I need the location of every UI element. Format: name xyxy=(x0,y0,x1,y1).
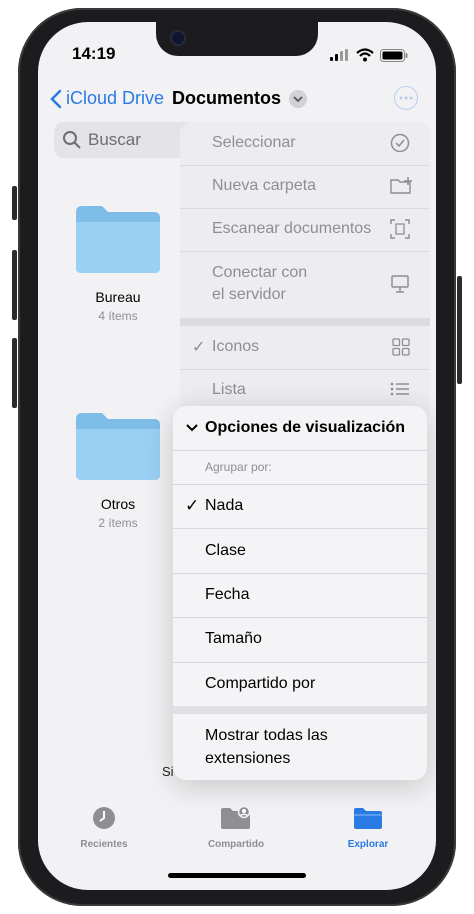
option-label: Mostrar todas las xyxy=(205,727,328,744)
option-label: extensiones xyxy=(205,750,291,767)
option-size[interactable]: Tamaño xyxy=(173,617,427,663)
option-label: Clase xyxy=(205,542,246,559)
folder-name: Bureau xyxy=(95,289,141,305)
menu-item-label: Nueva carpeta xyxy=(212,177,317,194)
menu-item-label: Iconos xyxy=(212,338,260,355)
scan-document-icon xyxy=(390,219,410,239)
tab-recents[interactable]: Recientes xyxy=(54,806,154,850)
option-shared-by[interactable]: Compartido por xyxy=(173,662,427,706)
signal-icon xyxy=(330,49,348,61)
menu-item-new-folder[interactable]: Nueva carpeta xyxy=(180,165,430,209)
search-placeholder: Buscar xyxy=(88,130,141,149)
folder-icon xyxy=(76,206,160,273)
actions-menu: Seleccionar Nueva carpeta Escanear docum… xyxy=(180,122,430,422)
checkmark-icon: ✓ xyxy=(192,339,206,356)
back-button[interactable]: iCloud Drive xyxy=(50,88,164,109)
tab-label: Recientes xyxy=(80,839,128,850)
folder-count: 2 ítems xyxy=(98,516,138,530)
menu-item-label: Seleccionar xyxy=(212,134,296,151)
option-label: Compartido por xyxy=(205,675,316,692)
chevron-down-icon xyxy=(186,424,198,432)
menu-item-select[interactable]: Seleccionar xyxy=(180,122,430,166)
view-options-header[interactable]: Opciones de visualización xyxy=(173,406,427,451)
chevron-left-icon xyxy=(50,89,62,108)
mute-switch xyxy=(12,186,17,220)
volume-down-button xyxy=(12,338,17,408)
tab-label: Compartido xyxy=(207,839,265,850)
view-options-menu: Opciones de visualización Agrupar por: ✓… xyxy=(173,406,427,780)
more-button[interactable] xyxy=(394,86,418,110)
tab-browse[interactable]: Explorar xyxy=(318,806,418,850)
home-indicator xyxy=(168,873,306,878)
screen: 14:19 iCloud Drive Documentos Buscar Bur… xyxy=(38,22,436,890)
volume-up-button xyxy=(12,250,17,320)
option-label: Nada xyxy=(205,497,244,514)
folder-plus-icon xyxy=(390,177,412,194)
menu-item-scan[interactable]: Escanear documentos xyxy=(180,208,430,252)
power-button xyxy=(457,276,462,384)
monitor-icon xyxy=(391,275,409,293)
tab-label: Explorar xyxy=(347,839,389,850)
folder-count: 4 ítems xyxy=(98,309,138,323)
group-by-label: Agrupar por: xyxy=(205,460,272,474)
shared-folder-icon xyxy=(221,805,251,829)
status-time: 14:19 xyxy=(72,44,116,63)
folder-name: Otros xyxy=(100,496,136,512)
notch xyxy=(156,22,318,56)
ellipsis-icon xyxy=(399,96,413,100)
folder-item[interactable]: Bureau 4 ítems xyxy=(68,204,168,323)
option-none[interactable]: ✓ Nada xyxy=(173,484,427,529)
page-title: Documentos xyxy=(172,88,282,108)
checkmark-icon: ✓ xyxy=(185,496,200,515)
menu-separator xyxy=(180,318,430,326)
title-button[interactable]: Documentos xyxy=(172,88,308,109)
chevron-down-icon xyxy=(289,89,308,108)
option-date[interactable]: Fecha xyxy=(173,573,427,618)
menu-item-label: el servidor xyxy=(212,286,286,303)
folder-icon xyxy=(354,808,382,829)
menu-item-label: Escanear documentos xyxy=(212,220,372,237)
view-options-title: Opciones de visualización xyxy=(205,419,406,436)
background-text: Si xyxy=(162,764,174,779)
menu-item-label: Conectar con xyxy=(212,264,308,281)
list-icon xyxy=(390,382,409,396)
folder-icon xyxy=(76,413,160,480)
menu-item-icons[interactable]: ✓ Iconos xyxy=(180,326,430,370)
option-label: Fecha xyxy=(205,586,250,603)
menu-item-label: Lista xyxy=(212,381,246,398)
menu-separator xyxy=(173,706,427,714)
tab-bar: Recientes Compartido Explorar xyxy=(38,792,436,862)
option-kind[interactable]: Clase xyxy=(173,528,427,574)
wifi-icon xyxy=(356,48,374,62)
search-icon xyxy=(63,131,81,149)
clock-icon xyxy=(93,807,115,829)
show-all-extensions[interactable]: Mostrar todas las extensiones xyxy=(173,714,427,780)
folder-item[interactable]: Otros 2 ítems xyxy=(68,411,168,530)
grid-icon xyxy=(392,338,410,356)
navigation-bar: iCloud Drive Documentos xyxy=(38,78,436,122)
group-by-label-row: Agrupar por: xyxy=(173,450,427,485)
tab-shared[interactable]: Compartido xyxy=(186,805,286,850)
menu-item-connect-server[interactable]: Conectar con el servidor xyxy=(180,251,430,319)
option-label: Tamaño xyxy=(205,630,262,647)
back-label: iCloud Drive xyxy=(66,88,165,108)
camera xyxy=(172,32,184,44)
battery-icon xyxy=(380,49,408,62)
checkmark-circle-icon xyxy=(390,133,410,153)
